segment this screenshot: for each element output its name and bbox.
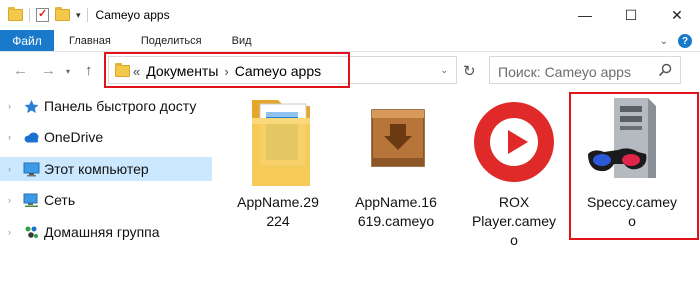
expand-chevron-icon[interactable]: › — [8, 132, 11, 142]
file-name: AppName.16 619.cameyo — [355, 194, 437, 229]
forward-arrow-icon[interactable]: → — [41, 62, 56, 79]
sidebar-item-quick-access[interactable]: › Панель быстрого досту — [0, 94, 212, 118]
navigation-pane: › Панель быстрого досту › OneDrive › Это… — [0, 92, 212, 283]
recent-locations-dropdown-icon[interactable]: ▾ — [66, 67, 70, 76]
expand-chevron-icon[interactable]: › — [8, 164, 11, 174]
file-name: ROX Player.camey o — [471, 194, 557, 248]
star-icon — [24, 99, 39, 113]
search-input[interactable]: Поиск: Cameyo apps — [489, 56, 681, 84]
window-title: Cameyo apps — [95, 8, 170, 22]
folder-icon — [8, 7, 23, 21]
expand-chevron-icon[interactable]: › — [8, 101, 11, 111]
sidebar-item-network[interactable]: › Сеть — [0, 188, 212, 212]
rox-player-icon — [474, 102, 554, 182]
network-icon — [23, 193, 38, 207]
sidebar-item-homegroup[interactable]: › Домашняя группа — [0, 220, 212, 244]
ribbon-right-controls: ⌄ ? — [660, 34, 692, 48]
close-button[interactable]: ✕ — [654, 0, 700, 30]
file-list: AppName.29 224 AppName.16 619.cameyo ROX… — [222, 92, 700, 283]
help-icon[interactable]: ? — [678, 34, 692, 48]
quick-access-toolbar: ▾ — [0, 7, 88, 22]
sidebar-item-label: Панель быстрого досту — [44, 98, 197, 114]
maximize-button[interactable]: ☐ — [608, 0, 654, 30]
file-name: AppName.29 224 — [237, 194, 319, 229]
sidebar-item-this-pc[interactable]: › Этот компьютер — [0, 157, 212, 181]
sidebar-item-label: Этот компьютер — [44, 161, 149, 177]
computer-icon — [23, 162, 40, 176]
new-folder-icon[interactable] — [55, 7, 70, 21]
divider — [86, 8, 88, 22]
properties-icon[interactable] — [36, 7, 49, 22]
file-name: Speccy.camey o — [587, 194, 677, 229]
file-item-appname-16619[interactable]: AppName.16 619.cameyo — [340, 92, 452, 267]
refresh-icon[interactable]: ↻ — [463, 62, 476, 80]
speccy-icon — [588, 98, 656, 178]
search-icon — [658, 63, 672, 77]
file-item-speccy[interactable]: Speccy.camey o — [569, 92, 699, 267]
navigation-bar: ← → ▾ ↑ « Документы › Cameyo apps ⌄ ↻ По… — [0, 52, 700, 88]
tab-file[interactable]: Файл — [0, 30, 54, 51]
minimize-button[interactable]: — — [562, 0, 608, 30]
up-arrow-icon[interactable]: ↑ — [85, 62, 93, 79]
tab-share[interactable]: Поделиться — [126, 30, 217, 51]
search-placeholder: Поиск: Cameyo apps — [498, 64, 631, 80]
package-icon — [371, 109, 425, 167]
window-controls: — ☐ ✕ — [562, 0, 700, 30]
expand-chevron-icon[interactable]: › — [8, 195, 11, 205]
sidebar-item-label: Домашняя группа — [44, 224, 160, 240]
tab-home[interactable]: Главная — [54, 30, 126, 51]
back-arrow-icon[interactable]: ← — [13, 62, 28, 79]
sidebar-item-onedrive[interactable]: › OneDrive — [0, 125, 212, 149]
file-item-rox-player[interactable]: ROX Player.camey o — [458, 92, 570, 267]
tab-view[interactable]: Вид — [217, 30, 267, 51]
cloud-icon — [24, 132, 39, 142]
customize-qat-dropdown-icon[interactable]: ▾ — [76, 10, 81, 21]
ribbon-tabs: Файл Главная Поделиться Вид ⌄ ? — [0, 30, 700, 52]
document-folder-icon — [252, 100, 310, 186]
title-bar: ▾ Cameyo apps — ☐ ✕ — [0, 0, 700, 30]
sidebar-item-label: OneDrive — [44, 129, 104, 145]
address-dropdown-icon[interactable]: ⌄ — [440, 65, 448, 76]
address-highlight-box — [104, 52, 350, 88]
homegroup-icon — [25, 226, 38, 238]
expand-ribbon-icon[interactable]: ⌄ — [660, 36, 668, 47]
file-item-appname-29224[interactable]: AppName.29 224 — [222, 92, 334, 267]
divider — [29, 8, 30, 22]
sidebar-item-label: Сеть — [44, 192, 76, 208]
expand-chevron-icon[interactable]: › — [8, 227, 11, 237]
